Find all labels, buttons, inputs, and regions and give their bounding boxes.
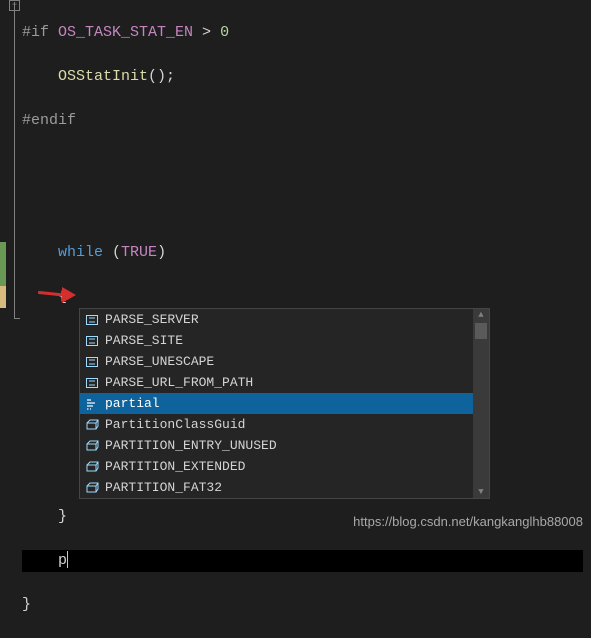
constant-icon (84, 333, 99, 348)
completion-item[interactable]: partial (80, 393, 489, 414)
field-icon (84, 417, 99, 432)
completion-label: PARTITION_EXTENDED (105, 459, 245, 474)
macro-name: OS_TASK_STAT_EN (58, 24, 193, 41)
completion-item[interactable]: PARSE_UNESCAPE (80, 351, 489, 372)
completion-item[interactable]: PartitionClassGuid (80, 414, 489, 435)
constant: TRUE (121, 244, 157, 261)
paren: ) (157, 244, 166, 261)
completion-item[interactable]: PARTITION_FAT32 (80, 477, 489, 498)
completion-label: PARSE_UNESCAPE (105, 354, 214, 369)
constant-icon (84, 354, 99, 369)
completion-item[interactable]: PARSE_SITE (80, 330, 489, 351)
paren: ( (103, 244, 121, 261)
change-marker-yellow (0, 286, 6, 308)
completion-item[interactable]: PARTITION_ENTRY_UNUSED (80, 435, 489, 456)
completion-item[interactable]: PARSE_URL_FROM_PATH (80, 372, 489, 393)
text-caret (67, 551, 68, 568)
brace: } (58, 508, 67, 525)
function-call: OSStatInit (58, 68, 148, 85)
completion-label: PARSE_SITE (105, 333, 183, 348)
completion-label: PARSE_SERVER (105, 312, 199, 327)
completion-item[interactable]: PARSE_SERVER (80, 309, 489, 330)
scroll-thumb[interactable] (475, 323, 487, 339)
watermark-text: https://blog.csdn.net/kangkanglhb88008 (353, 514, 583, 529)
completion-label: PARSE_URL_FROM_PATH (105, 375, 253, 390)
brace: } (22, 596, 31, 613)
popup-scrollbar[interactable]: ▲ ▼ (473, 309, 489, 498)
fold-guide (14, 2, 15, 318)
field-icon (84, 480, 99, 495)
completion-item[interactable]: PARTITION_EXTENDED (80, 456, 489, 477)
typed-text: p (58, 552, 67, 569)
code-text: (); (148, 68, 175, 85)
field-icon (84, 438, 99, 453)
constant-icon (84, 312, 99, 327)
snippet-icon (84, 396, 99, 411)
scroll-down-arrow[interactable]: ▼ (473, 486, 489, 498)
intellisense-popup[interactable]: PARSE_SERVER PARSE_SITE PARSE_UNESCAPE PARS… (79, 308, 490, 499)
change-marker-green (0, 242, 6, 286)
field-icon (84, 459, 99, 474)
operator: > (193, 24, 220, 41)
completion-label: PARTITION_ENTRY_UNUSED (105, 438, 277, 453)
constant-icon (84, 375, 99, 390)
brace: { (58, 288, 67, 305)
preproc-dir: #endif (22, 112, 76, 129)
fold-end (14, 318, 20, 319)
scroll-up-arrow[interactable]: ▲ (473, 309, 489, 321)
keyword: while (58, 244, 103, 261)
gutter (0, 0, 10, 533)
number-literal: 0 (220, 24, 229, 41)
completion-label: partial (105, 396, 160, 411)
completion-label: PartitionClassGuid (105, 417, 245, 432)
completion-label: PARTITION_FAT32 (105, 480, 222, 495)
preproc-dir: #if (22, 24, 58, 41)
